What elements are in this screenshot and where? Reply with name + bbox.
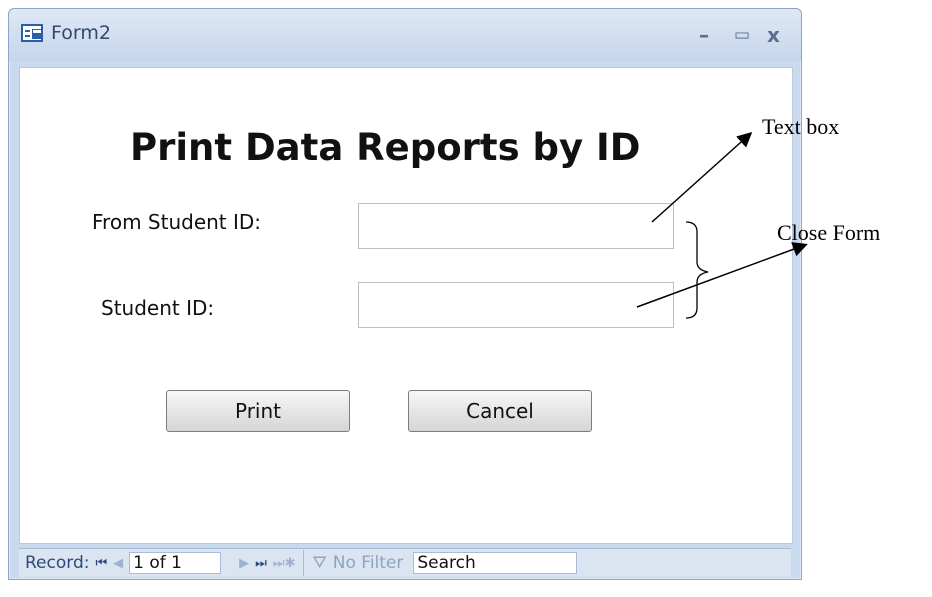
annotation-arrows <box>636 131 808 319</box>
text-box-arrow <box>651 131 753 223</box>
bracket-brace <box>685 221 709 319</box>
close-form-arrow <box>636 242 808 308</box>
